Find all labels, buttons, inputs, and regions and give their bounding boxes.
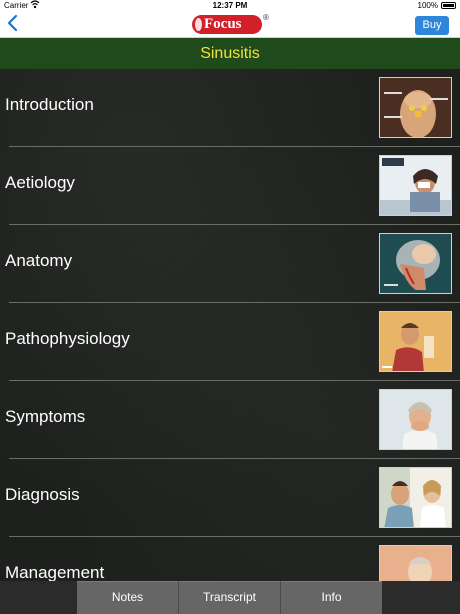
registered-mark: ® bbox=[263, 13, 269, 22]
page-title: Sinusitis bbox=[0, 38, 460, 69]
back-button[interactable] bbox=[6, 14, 22, 36]
topic-label: Introduction bbox=[5, 95, 94, 114]
battery-percent: 100% bbox=[417, 1, 438, 10]
anatomy-thumbnail bbox=[379, 233, 452, 294]
topic-row-introduction[interactable]: Introduction bbox=[0, 69, 460, 147]
management-thumbnail bbox=[379, 545, 452, 581]
introduction-thumbnail bbox=[379, 77, 452, 138]
focus-logo: Focus ® bbox=[192, 13, 269, 34]
battery-icon bbox=[441, 2, 456, 9]
pathophysiology-thumbnail bbox=[379, 311, 452, 372]
topic-label: Diagnosis bbox=[5, 485, 80, 504]
status-bar: Carrier 12:37 PM 100% bbox=[0, 0, 460, 12]
logo-leaf-icon bbox=[195, 18, 202, 31]
bottom-tab-bar: Notes Transcript Info bbox=[0, 581, 460, 614]
topic-label: Anatomy bbox=[5, 251, 73, 270]
topic-row-management[interactable]: Management bbox=[0, 537, 460, 581]
tab-info[interactable]: Info bbox=[280, 581, 382, 614]
diagnosis-thumbnail bbox=[379, 467, 452, 528]
tab-notes[interactable]: Notes bbox=[77, 581, 178, 614]
topic-list[interactable]: Introduction Aetiology Anatomy Pathophys… bbox=[0, 69, 460, 581]
logo-pill: Focus bbox=[192, 15, 262, 34]
topic-row-symptoms[interactable]: Symptoms bbox=[0, 381, 460, 459]
tab-transcript[interactable]: Transcript bbox=[178, 581, 280, 614]
topic-row-aetiology[interactable]: Aetiology bbox=[0, 147, 460, 225]
topic-label: Symptoms bbox=[5, 407, 86, 426]
buy-button[interactable]: Buy bbox=[415, 16, 449, 35]
topic-row-pathophysiology[interactable]: Pathophysiology bbox=[0, 303, 460, 381]
status-time: 12:37 PM bbox=[212, 1, 248, 10]
aetiology-thumbnail bbox=[379, 155, 452, 216]
topic-label: Management bbox=[5, 563, 105, 581]
topic-label: Pathophysiology bbox=[5, 329, 130, 348]
logo-text: Focus bbox=[204, 16, 242, 32]
symptoms-thumbnail bbox=[379, 389, 452, 450]
topic-label: Aetiology bbox=[5, 173, 75, 192]
chevron-left-icon bbox=[7, 14, 18, 32]
navigation-bar: Focus ® Buy bbox=[0, 12, 460, 38]
tab-group: Notes Transcript Info bbox=[77, 581, 382, 614]
topic-row-anatomy[interactable]: Anatomy bbox=[0, 225, 460, 303]
topic-row-diagnosis[interactable]: Diagnosis bbox=[0, 459, 460, 537]
